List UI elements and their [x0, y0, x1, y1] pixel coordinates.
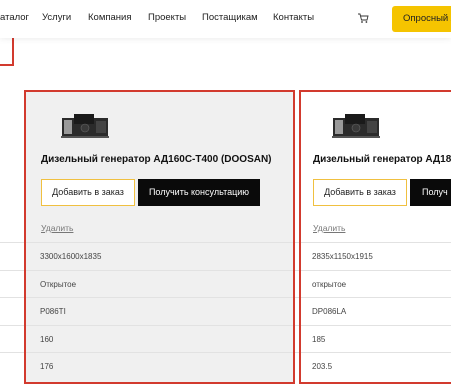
add-to-order-button[interactable]: Добавить в заказ [313, 179, 407, 206]
generator-image [332, 114, 380, 138]
spec-power-kw: 160 [40, 335, 54, 344]
remove-link[interactable]: Удалить [41, 223, 73, 233]
add-to-order-button[interactable]: Добавить в заказ [41, 179, 135, 206]
nav-catalog[interactable]: аталог [0, 12, 29, 23]
spec-power-kva: 203.5 [312, 362, 333, 371]
nav-suppliers[interactable]: Постащикам [202, 12, 258, 23]
spec-engine: P086TI [40, 307, 66, 316]
nav-projects[interactable]: Проекты [148, 12, 186, 23]
spec-power-kw: 185 [312, 335, 326, 344]
row-divider [0, 242, 451, 243]
product-title[interactable]: Дизельный генератор АД160С-Т400 (DOOSAN) [41, 154, 272, 165]
spec-design: Открытое [40, 280, 77, 289]
row-divider [0, 352, 451, 353]
remove-link[interactable]: Удалить [313, 223, 345, 233]
spec-engine: DP086LA [312, 307, 347, 316]
product-title[interactable]: Дизельный генератор АД180 [313, 154, 451, 165]
consultation-button[interactable]: Получить консультацию [138, 179, 260, 206]
row-divider [0, 270, 451, 271]
row-divider [0, 325, 451, 326]
spec-design: открытое [312, 280, 347, 289]
generator-image [61, 114, 109, 138]
spec-power-kva: 176 [40, 362, 54, 371]
nav-company[interactable]: Компания [88, 12, 131, 23]
spec-dimensions: 3300х1600х1835 [40, 252, 102, 261]
questionnaire-button[interactable]: Опросный л [392, 6, 451, 32]
spec-dimensions: 2835х1150х1915 [312, 252, 373, 261]
top-header: аталог Услуги Компания Проекты Постащика… [0, 0, 451, 38]
row-divider [0, 297, 451, 298]
nav-contacts[interactable]: Контакты [273, 12, 314, 23]
nav-services[interactable]: Услуги [42, 12, 71, 23]
left-highlight-fragment [0, 36, 14, 66]
consultation-button[interactable]: Получ [410, 179, 451, 206]
cart-icon[interactable] [357, 12, 369, 24]
